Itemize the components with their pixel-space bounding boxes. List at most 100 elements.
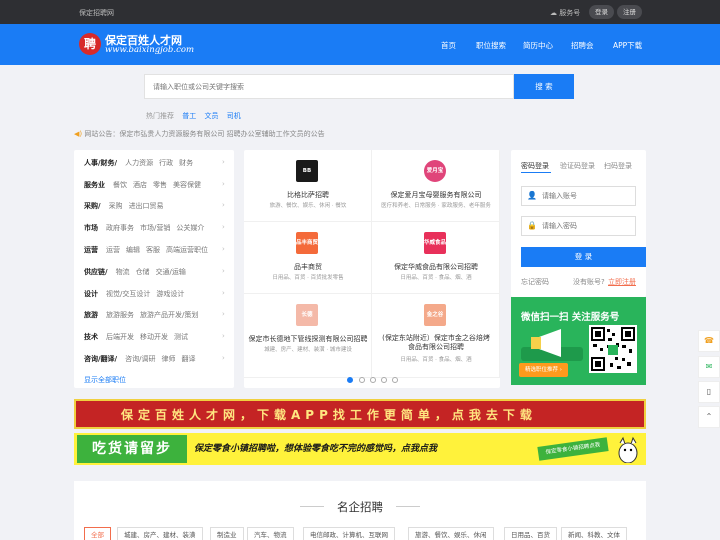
category-sub[interactable]: 政府事务 [106,224,134,232]
tab-code-login[interactable]: 验证码登录 [560,161,595,171]
category-sub[interactable]: 移动开发 [140,333,168,341]
category-sub[interactable]: 酒店 [133,181,147,189]
search-input[interactable] [145,75,513,98]
category-sub[interactable]: 市场/营销 [140,224,170,232]
category-head[interactable]: 供应链/ [84,268,108,276]
category-sub[interactable]: 进出口贸易 [129,202,164,210]
hot-keyword[interactable]: 司机 [227,112,241,120]
carousel-dot[interactable] [359,377,365,383]
filter-chip[interactable]: 汽车、物流 [247,527,294,540]
nav-home[interactable]: 首页 [441,40,456,51]
password-input[interactable] [522,217,635,235]
filter-chip[interactable]: 新闻、科教、文体 [561,527,627,540]
category-sub[interactable]: 采购 [109,202,123,210]
company-card[interactable]: 华威食品 保定华威食品有限公司招聘 日用品、百货 · 食品、烟、酒 [372,222,500,294]
category-sub[interactable]: 测试 [174,333,188,341]
service-account-link[interactable]: ☁ 服务号 [550,8,580,18]
carousel-dot[interactable] [370,377,376,383]
search-button[interactable]: 搜 索 [514,74,574,99]
snack-town-banner[interactable]: 吃货请留步 保定零食小镇招聘啦，想体验零食吃不完的感觉吗，点我点我 保定零食小镇… [74,433,646,465]
category-sub[interactable]: 后端开发 [106,333,134,341]
forgot-password-link[interactable]: 忘记密码 [521,277,549,287]
category-sub[interactable]: 旅游服务 [106,311,134,319]
nav-app-download[interactable]: APP下载 [613,40,642,51]
headset-icon[interactable]: ☎ [698,330,720,352]
site-name[interactable]: 保定招聘网 [79,8,114,18]
carousel-dot[interactable] [347,377,353,383]
company-name[interactable]: 比格比萨招聘 [244,190,372,200]
category-row[interactable]: 旅游 旅游服务 旅游产品开发/策划 › [84,310,225,320]
company-card[interactable]: BB PIZZA 比格比萨招聘 旅游、餐饮、娱乐、休闲 · 餐饮 [244,150,372,222]
category-sub[interactable]: 高端运营职位 [166,246,208,254]
tab-password-login[interactable]: 密码登录 [521,161,549,171]
carousel-dot[interactable] [381,377,387,383]
filter-chip[interactable]: 制造业 [210,527,244,540]
category-sub[interactable]: 美容保健 [173,181,201,189]
mobile-icon[interactable]: ▯ [698,381,720,403]
login-button[interactable]: 登 录 [521,247,646,267]
category-sub[interactable]: 行政 [159,159,173,167]
filter-chip[interactable]: 城建、房产、建材、装潢 [117,527,203,540]
filter-chip[interactable]: 电信邮政、计算机、互联网 [303,527,395,540]
company-card[interactable]: 爱月宝 保定爱月宝母婴服务有限公司 医疗和养老、日常服务 · 家政服务、老年服务 [372,150,500,222]
category-row[interactable]: 设计 视觉/交互设计 游戏设计 › [84,289,225,299]
category-sub[interactable]: 零售 [153,181,167,189]
category-row[interactable]: 运营 运营 编辑 客服 高端运营职位 › [84,245,225,255]
category-sub[interactable]: 物流 [116,268,130,276]
top-register-button[interactable]: 注册 [617,5,642,19]
company-name[interactable]: 保定市长德地下管线探测有限公司招聘 [244,334,372,344]
category-sub[interactable]: 交通/运输 [156,268,186,276]
category-head[interactable]: 设计 [84,290,98,298]
company-name[interactable]: 保定华威食品有限公司招聘 [372,262,500,272]
nav-job-search[interactable]: 职位搜索 [476,40,506,51]
filter-chip[interactable]: 日用品、百货 [504,527,557,540]
category-sub[interactable]: 运营 [106,246,120,254]
tab-scan-login[interactable]: 扫码登录 [604,161,632,171]
category-sub[interactable]: 视觉/交互设计 [106,290,150,298]
filter-chip[interactable]: 旅游、餐饮、娱乐、休闲 [408,527,494,540]
company-name[interactable]: 保定爱月宝母婴服务有限公司 [372,190,500,200]
hot-keyword[interactable]: 文员 [204,112,218,120]
category-row[interactable]: 技术 后端开发 移动开发 测试 › [84,332,225,342]
filter-all[interactable]: 全部 [84,527,111,540]
category-sub[interactable]: 旅游产品开发/策划 [140,311,198,319]
category-sub[interactable]: 人力资源 [125,159,153,167]
category-sub[interactable]: 餐饮 [113,181,127,189]
category-head[interactable]: 人事/财务/ [84,159,117,167]
category-row[interactable]: 供应链/物流 仓储 交通/运输 › [84,267,225,277]
category-sub[interactable]: 客服 [146,246,160,254]
category-head[interactable]: 服务业 [84,181,105,189]
featured-jobs-button[interactable]: 精选职位推荐 › [519,363,568,377]
site-notice[interactable]: ◀) 网站公告：保定市弘贵人力资源服务有限公司 招聘办公室辅助工作文员的公告 [74,129,325,139]
app-download-banner[interactable]: 保定百姓人才网，下载APP找工作更简单，点我去下载 [74,399,646,429]
category-sub[interactable]: 翻译 [181,355,195,363]
category-row[interactable]: 咨询/翻译/咨询/调研 律师 翻译 › [84,354,225,364]
category-sub[interactable]: 公关媒介 [176,224,204,232]
category-sub[interactable]: 游戏设计 [156,290,184,298]
wechat-side-icon[interactable]: ✉ [698,356,720,378]
logo-icon[interactable]: 聘 [79,33,101,55]
category-sub[interactable]: 咨询/调研 [125,355,155,363]
carousel-dot[interactable] [392,377,398,383]
back-to-top-icon[interactable]: ⌃ [698,406,720,428]
company-name[interactable]: 品丰商贸 [244,262,372,272]
category-row[interactable]: 采购/采购 进出口贸易 › [84,201,225,211]
category-row[interactable]: 人事/财务/人力资源 行政 财务 › [84,158,225,168]
account-input[interactable] [522,187,635,205]
category-sub[interactable]: 编辑 [126,246,140,254]
category-sub[interactable]: 律师 [161,355,175,363]
category-head[interactable]: 旅游 [84,311,98,319]
show-all-jobs-link[interactable]: 显示全部职位 [84,375,126,385]
company-card[interactable]: 长德 保定市长德地下管线探测有限公司招聘 城建、房产、建材、装潢 · 城市建设 [244,294,372,378]
category-sub[interactable]: 仓储 [136,268,150,276]
top-login-button[interactable]: 登录 [589,5,614,19]
nav-resume-center[interactable]: 简历中心 [523,40,553,51]
category-head[interactable]: 采购/ [84,202,101,210]
category-head[interactable]: 咨询/翻译/ [84,355,117,363]
register-now-link[interactable]: 立即注册 [608,277,636,287]
hot-keyword[interactable]: 普工 [182,112,196,120]
nav-job-fair[interactable]: 招聘会 [571,40,594,51]
category-row[interactable]: 市场 政府事务 市场/营销 公关媒介 › [84,223,225,233]
company-card[interactable]: 金之谷 (保定东站附近）保定市金之谷焙烤食品有限公司招聘 日用品、百货 · 食品… [372,294,500,378]
category-sub[interactable]: 财务 [179,159,193,167]
